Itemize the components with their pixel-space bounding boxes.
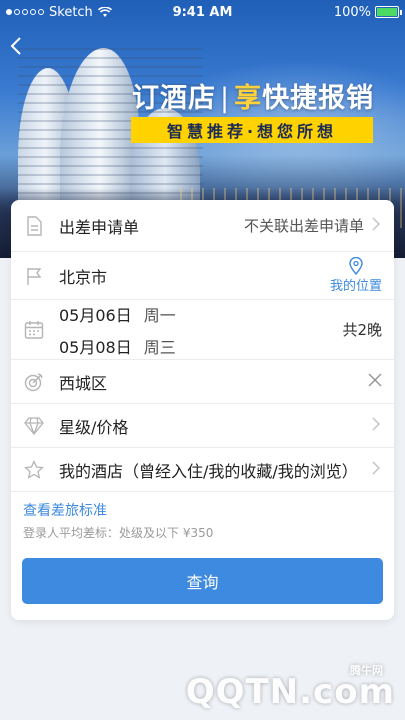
checkin-date[interactable]: 05月06日 周一 — [59, 302, 176, 326]
star-price-label: 星级/价格 — [59, 417, 129, 437]
target-icon — [23, 371, 45, 393]
banner-tagline: 智慧推荐·想您所想 — [131, 117, 373, 143]
my-hotels-label: 我的酒店（曾经入住/我的收藏/我的浏览） — [59, 461, 358, 481]
diamond-icon — [23, 415, 45, 437]
chevron-left-icon — [10, 37, 21, 55]
my-location-label: 我的位置 — [329, 279, 382, 294]
city-label: 北京市 — [59, 267, 108, 287]
star-price-row[interactable]: 星级/价格 — [11, 404, 394, 448]
clock: 9:41 AM — [172, 4, 233, 20]
travel-standard-link[interactable]: 查看差旅标准 — [23, 500, 107, 520]
my-location-button[interactable]: 我的位置 — [330, 257, 382, 294]
travel-standard-note: 登录人平均差标：处级及以下 ¥350 — [23, 526, 214, 540]
back-button[interactable] — [10, 36, 34, 60]
my-hotels-row[interactable]: 我的酒店（曾经入住/我的收藏/我的浏览） — [11, 448, 394, 492]
trip-request-label: 出差申请单 — [59, 217, 140, 237]
trip-request-row[interactable]: 出差申请单 不关联出差申请单 — [11, 200, 394, 252]
battery-icon — [375, 6, 402, 18]
query-button[interactable]: 查询 — [22, 558, 383, 604]
trip-request-value: 不关联出差申请单 — [243, 217, 364, 235]
location-pin-icon — [349, 257, 363, 275]
checkout-date[interactable]: 05月08日 周三 — [59, 334, 176, 358]
city-row[interactable]: 北京市 我的位置 — [11, 252, 394, 300]
calendar-icon — [23, 319, 45, 341]
chevron-right-icon — [372, 460, 382, 479]
district-row[interactable]: 西城区 — [11, 360, 394, 404]
close-icon — [368, 373, 382, 387]
dates-row[interactable]: 05月06日 周一 05月08日 周三 共2晚 — [11, 300, 394, 360]
chevron-right-icon — [372, 216, 382, 235]
status-bar: Sketch 9:41 AM 100% — [0, 0, 405, 24]
chevron-right-icon — [372, 416, 382, 435]
star-icon — [23, 459, 45, 481]
clear-district-button[interactable] — [368, 371, 382, 392]
nights-count: 共2晚 — [342, 321, 382, 339]
watermark: 腾牛网 QQTN.com — [185, 664, 395, 712]
district-label: 西城区 — [59, 373, 108, 393]
banner-title: 订酒店 | 享快捷报销 — [132, 83, 375, 114]
hotel-search-card: 出差申请单 不关联出差申请单 北京市 我的位置 05月06日 周一 05月08日… — [11, 200, 394, 620]
document-icon — [23, 215, 45, 237]
flag-icon — [23, 265, 45, 287]
